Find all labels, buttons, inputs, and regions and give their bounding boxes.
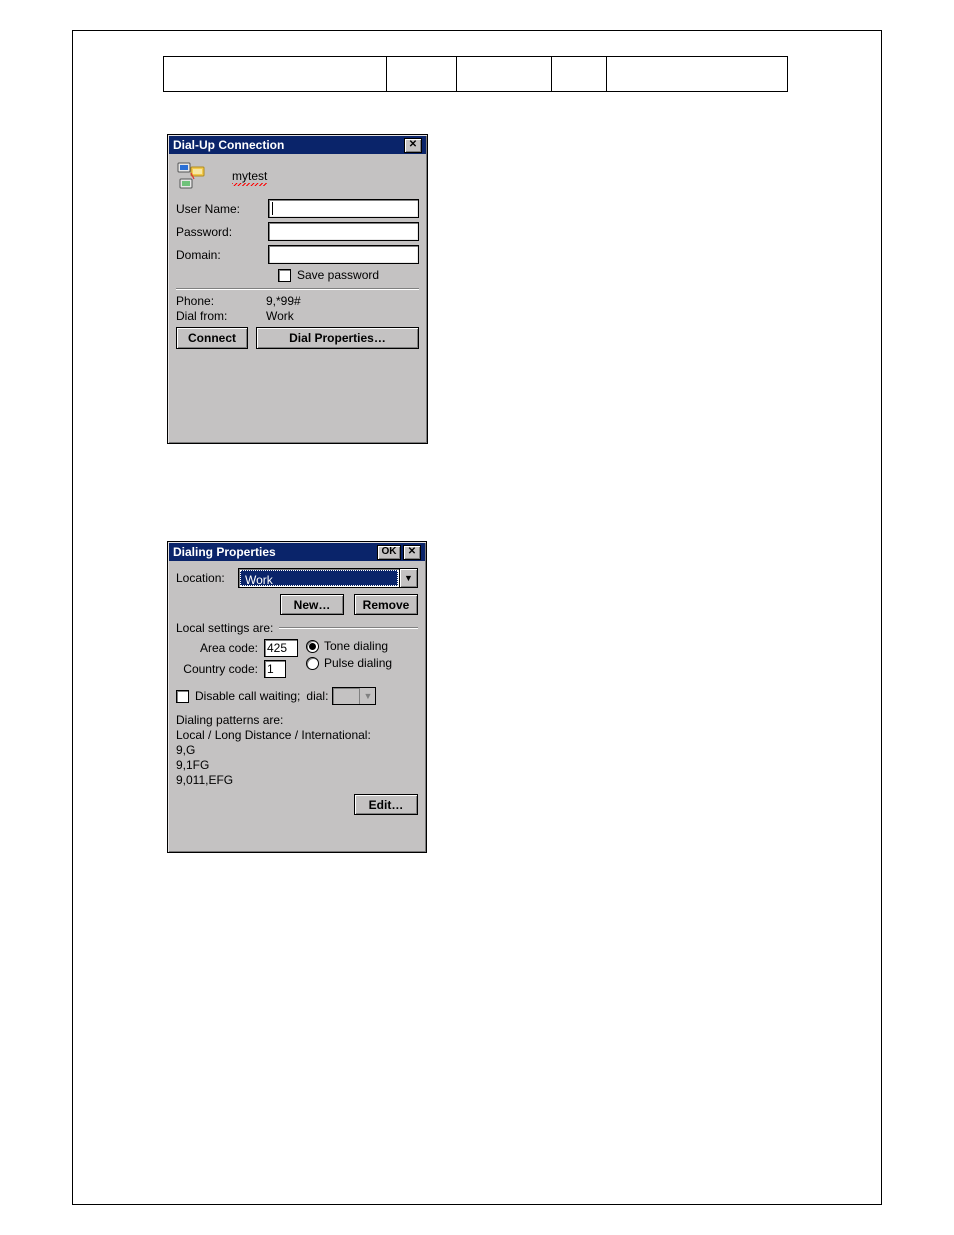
settings-right: Tone dialing Pulse dialing (306, 639, 418, 681)
divider (176, 288, 419, 290)
new-remove-row: New… Remove (176, 594, 418, 615)
close-button[interactable]: ✕ (403, 545, 421, 560)
location-combo[interactable]: Work ▼ (238, 568, 418, 588)
dialing-properties-window: Dialing Properties OK ✕ Location: Work ▼… (167, 541, 427, 853)
dialing-patterns: Dialing patterns are: Local / Long Dista… (176, 713, 418, 788)
patterns-sub: Local / Long Distance / International: (176, 728, 418, 743)
edit-button[interactable]: Edit… (354, 794, 418, 815)
connection-header-row: mytest (176, 161, 419, 191)
tone-dial-label: Tone dialing (324, 639, 388, 653)
dialup-titlebar[interactable]: Dial-Up Connection ✕ (169, 136, 426, 154)
pulse-dial-row: Pulse dialing (306, 656, 418, 670)
phone-label: Phone: (176, 294, 266, 308)
dial-label: dial: (306, 689, 328, 703)
dialfrom-row: Dial from: Work (176, 309, 419, 323)
save-password-checkbox[interactable] (278, 269, 291, 282)
dialfrom-label: Dial from: (176, 309, 266, 323)
document-border: Dial-Up Connection ✕ (72, 30, 882, 1205)
save-password-row: Save password (278, 268, 419, 282)
spellcheck-underline (232, 183, 267, 186)
header-cell-4 (552, 57, 607, 91)
disable-call-waiting-checkbox[interactable] (176, 690, 189, 703)
connection-name: mytest (232, 169, 267, 183)
dialprops-body: Location: Work ▼ New… Remove Local setti… (168, 562, 426, 823)
close-icon: ✕ (409, 140, 417, 150)
pulse-dial-label: Pulse dialing (324, 656, 392, 670)
username-row: User Name: (176, 199, 419, 218)
new-button[interactable]: New… (280, 594, 344, 615)
domain-label: Domain: (176, 248, 268, 262)
patterns-header: Dialing patterns are: (176, 713, 418, 728)
dialup-body: mytest User Name: Password: Domain: (168, 155, 427, 357)
username-label: User Name: (176, 202, 268, 216)
header-cell-1 (164, 57, 387, 91)
dial-properties-button[interactable]: Dial Properties… (256, 327, 419, 349)
edit-row: Edit… (176, 794, 418, 815)
header-cell-3 (457, 57, 552, 91)
header-cell-5 (607, 57, 787, 91)
remove-button[interactable]: Remove (354, 594, 418, 615)
password-row: Password: (176, 222, 419, 241)
dialup-icon (176, 161, 206, 191)
group-divider (279, 627, 418, 629)
dial-code-value (333, 688, 359, 704)
dropdown-arrow-icon: ▼ (359, 688, 375, 704)
country-code-value: 1 (267, 662, 274, 676)
area-code-value: 425 (267, 641, 287, 655)
pattern-international: 9,011,EFG (176, 773, 418, 788)
phone-value: 9,*99# (266, 294, 301, 308)
location-row: Location: Work ▼ (176, 568, 418, 588)
pattern-local: 9,G (176, 743, 418, 758)
dialup-title: Dial-Up Connection (173, 136, 402, 154)
settings-grid: Area code: 425 Country code: 1 (176, 639, 418, 681)
settings-left: Area code: 425 Country code: 1 (176, 639, 306, 681)
pattern-long-distance: 9,1FG (176, 758, 418, 773)
dialprops-titlebar[interactable]: Dialing Properties OK ✕ (169, 543, 425, 561)
password-input[interactable] (268, 222, 419, 241)
area-code-row: Area code: 425 (176, 639, 306, 657)
text-caret (272, 202, 273, 215)
country-code-label: Country code: (176, 662, 264, 676)
domain-row: Domain: (176, 245, 419, 264)
pulse-dial-radio[interactable] (306, 657, 319, 670)
domain-input[interactable] (268, 245, 419, 264)
header-table (163, 56, 788, 92)
dial-code-combo[interactable]: ▼ (332, 687, 376, 705)
area-code-input[interactable]: 425 (264, 639, 298, 657)
close-icon: ✕ (408, 547, 416, 557)
country-code-input[interactable]: 1 (264, 660, 286, 678)
call-waiting-row: Disable call waiting; dial: ▼ (176, 687, 418, 705)
local-settings-group: Local settings are: (176, 621, 418, 635)
connect-button[interactable]: Connect (176, 327, 248, 349)
dialfrom-value: Work (266, 309, 294, 323)
dropdown-arrow-icon: ▼ (399, 569, 417, 587)
dialup-button-row: Connect Dial Properties… (176, 327, 419, 349)
location-label: Location: (176, 571, 238, 585)
local-settings-label: Local settings are: (176, 621, 279, 635)
dialprops-title: Dialing Properties (173, 543, 375, 561)
ok-button[interactable]: OK (377, 545, 401, 560)
country-code-row: Country code: 1 (176, 660, 306, 678)
password-label: Password: (176, 225, 268, 239)
tone-dial-radio[interactable] (306, 640, 319, 653)
username-input[interactable] (268, 199, 419, 218)
save-password-label: Save password (297, 268, 379, 282)
phone-row: Phone: 9,*99# (176, 294, 419, 308)
location-value: Work (240, 570, 398, 586)
tone-dial-row: Tone dialing (306, 639, 418, 653)
area-code-label: Area code: (176, 641, 264, 655)
close-button[interactable]: ✕ (404, 138, 422, 153)
header-cell-2 (387, 57, 457, 91)
connection-name-text: mytest (232, 169, 267, 183)
disable-call-waiting-label: Disable call waiting; (195, 689, 300, 703)
dialup-window: Dial-Up Connection ✕ (167, 134, 428, 444)
page: Dial-Up Connection ✕ (0, 0, 954, 1235)
